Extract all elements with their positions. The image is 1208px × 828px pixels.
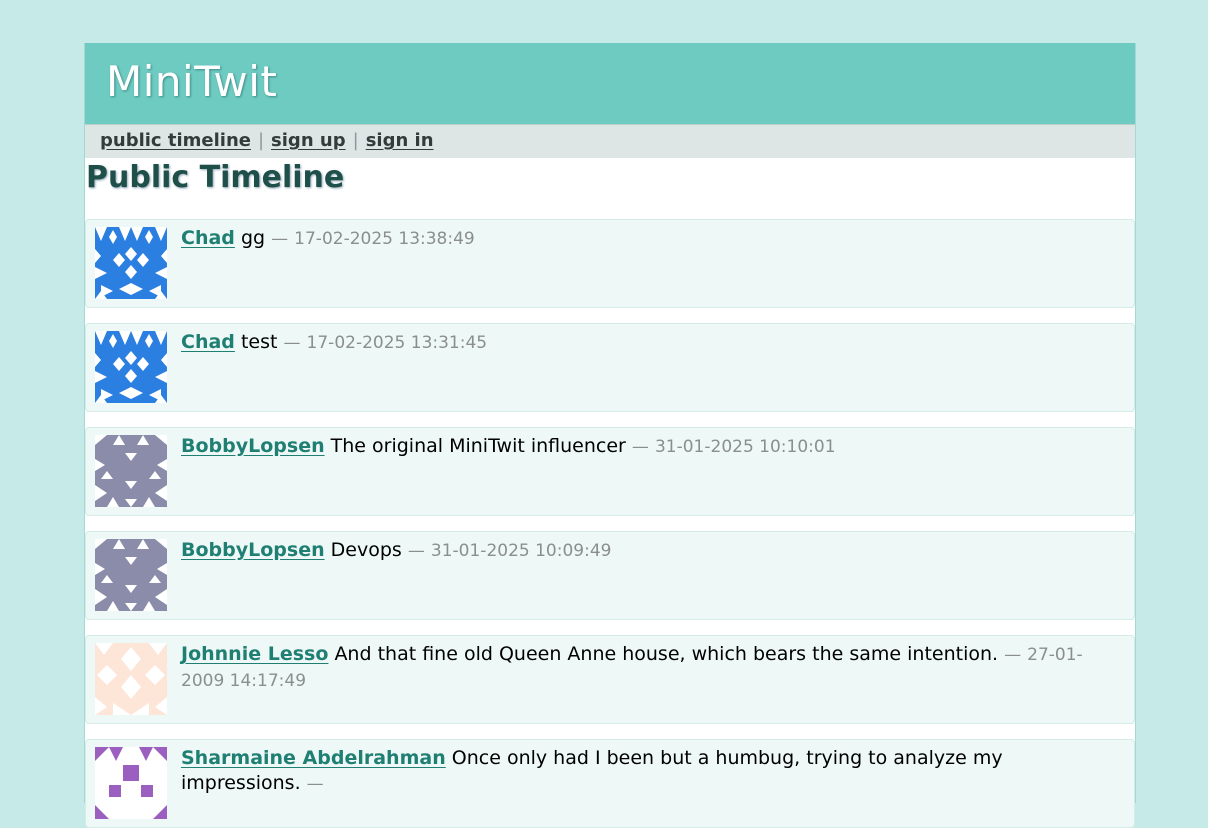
message-date: 17-02-2025 13:38:49 [294,229,475,249]
message-item: Johnnie Lesso And that fine old Queen An… [85,635,1135,724]
message-text: test [240,331,278,353]
site-title: MiniTwit [106,57,278,106]
message-dash: — [631,437,649,457]
message-date: 31-01-2025 10:09:49 [430,541,612,561]
nav-public-timeline-link[interactable]: public timeline [100,130,251,151]
user-avatar-identicon[interactable] [95,539,167,611]
message-text: Devops [330,539,402,561]
message-list: Chad gg — 17-02-2025 13:38:49 Chad test … [85,219,1135,828]
user-avatar-identicon[interactable] [95,227,167,299]
message-text: And that fine old Queen Anne house, whic… [334,643,999,665]
nav-sign-up-link[interactable]: sign up [271,130,346,151]
user-avatar-identicon[interactable] [95,747,167,819]
message-username-link[interactable]: Sharmaine Abdelrahman [181,747,446,769]
message-dash: — [271,229,289,249]
message-item: BobbyLopsen The original MiniTwit influe… [85,427,1135,516]
page-body: Public Timeline Chad gg — 17-02-2025 13:… [85,158,1135,828]
message-date: 31-01-2025 10:10:01 [654,437,836,457]
message-text: The original MiniTwit influencer [330,435,626,457]
message-username-link[interactable]: Johnnie Lesso [181,643,328,665]
message-item: BobbyLopsen Devops — 31-01-2025 10:09:49 [85,531,1135,620]
message-username-link[interactable]: Chad [181,331,235,353]
message-username-link[interactable]: BobbyLopsen [181,435,325,457]
message-username-link[interactable]: Chad [181,227,235,249]
navigation-bar: public timeline | sign up | sign in [85,124,1135,158]
user-avatar-identicon[interactable] [95,331,167,403]
site-header: MiniTwit [85,43,1135,124]
page-container: MiniTwit public timeline | sign up | sign in… [84,43,1136,828]
message-dash: — [407,541,425,561]
message-item: Chad test — 17-02-2025 13:31:45 [85,323,1135,412]
nav-sign-in-link[interactable]: sign in [366,130,434,151]
user-avatar-identicon[interactable] [95,435,167,507]
message-dash: — [306,774,324,794]
message-date: 17-02-2025 13:31:45 [306,333,488,353]
message-username-link[interactable]: BobbyLopsen [181,539,325,561]
user-avatar-identicon[interactable] [95,643,167,715]
message-item: Chad gg — 17-02-2025 13:38:49 [85,219,1135,308]
page-heading: Public Timeline [86,160,345,195]
message-item: Sharmaine Abdelrahman Once only had I be… [85,739,1135,828]
message-dash: — [283,333,301,353]
message-text: gg [240,227,266,249]
message-dash: — [1004,645,1022,665]
nav-separator: | [257,130,265,151]
nav-separator: | [352,130,359,151]
